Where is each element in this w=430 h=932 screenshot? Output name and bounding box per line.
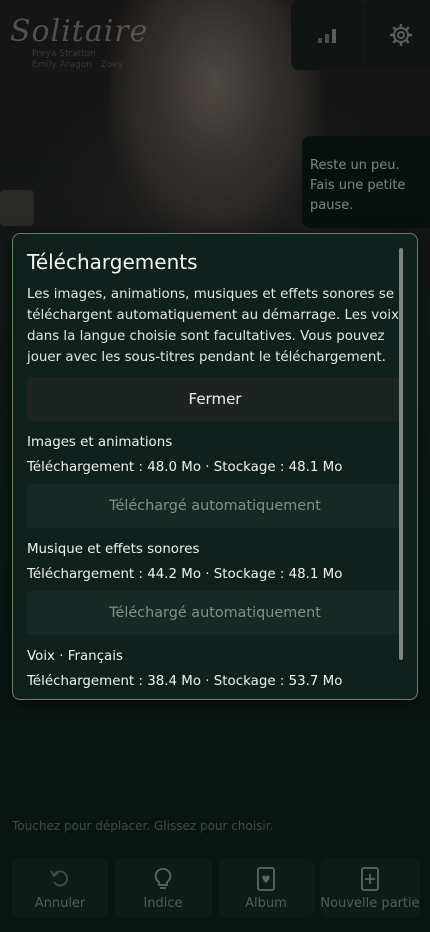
voice-download-button[interactable] (27, 698, 403, 699)
download-section-images: Images et animations Téléchargement : 48… (27, 433, 403, 528)
section-name: Musique et effets sonores (27, 542, 200, 557)
section-size-info: Téléchargement : 48.0 Mo · Stockage : 48… (27, 460, 343, 475)
dialog-description: Les images, animations, musiques et effe… (27, 287, 399, 365)
download-section-voice: Voix · Français Téléchargement : 38.4 Mo… (27, 647, 403, 699)
section-size-info: Téléchargement : 38.4 Mo · Stockage : 53… (27, 674, 343, 689)
dialog-scrollbar[interactable] (399, 248, 403, 660)
downloads-dialog: Téléchargements Les images, animations, … (12, 233, 418, 700)
section-name: Voix · Français (27, 649, 123, 664)
auto-downloaded-button: Téléchargé automatiquement (27, 591, 403, 635)
dialog-title: Téléchargements (27, 250, 198, 274)
download-section-music: Musique et effets sonores Téléchargement… (27, 540, 403, 635)
section-name: Images et animations (27, 435, 173, 450)
close-button[interactable]: Fermer (27, 377, 403, 421)
dialog-content: Téléchargements Les images, animations, … (27, 234, 403, 699)
section-size-info: Téléchargement : 44.2 Mo · Stockage : 48… (27, 567, 343, 582)
auto-downloaded-button: Téléchargé automatiquement (27, 484, 403, 528)
